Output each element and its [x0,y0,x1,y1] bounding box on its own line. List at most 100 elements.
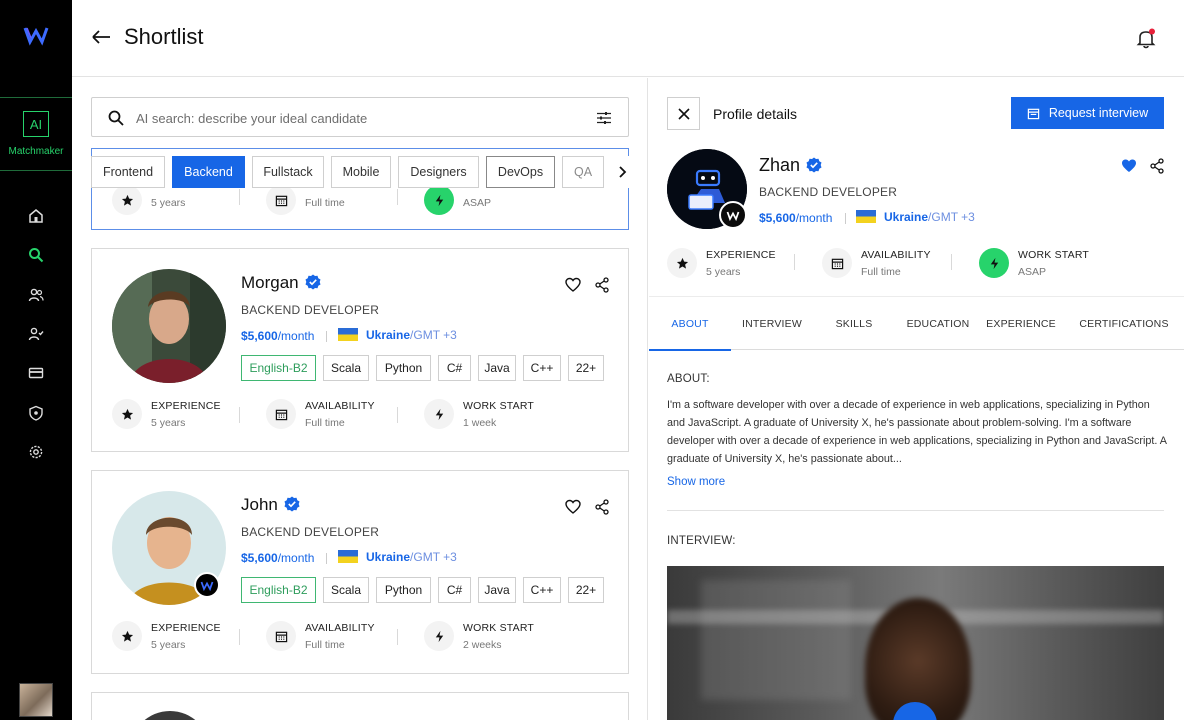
close-icon [677,107,690,120]
stat-label: WORK START [463,400,535,412]
divider [667,510,1164,511]
stat-value: Full time [305,639,345,651]
lightning-icon [424,185,454,215]
request-interview-button[interactable]: Request interview [1011,97,1164,129]
stat-label: EXPERIENCE [706,249,776,261]
chip-backend[interactable]: Backend [172,156,245,188]
candidate-name: Zhan [759,155,822,176]
gear-icon[interactable] [26,442,46,462]
matchmaker-nav-item[interactable]: AI Matchmaker [0,97,72,171]
share-icon[interactable] [1149,158,1165,174]
verified-badge-icon [284,496,300,512]
candidate-role: BACKEND DEVELOPER [241,525,380,539]
shield-icon[interactable] [26,403,46,423]
candidate-card[interactable] [91,692,629,720]
candidate-name: Morgan [241,273,321,293]
stat-value: 5 years [151,197,186,209]
divider [239,407,240,423]
stat-label: WORK START [1018,249,1090,261]
close-button[interactable] [667,97,700,130]
salary: $5,600/month [241,329,315,343]
side-rail: AI Matchmaker [0,0,72,720]
location: Ukraine/GMT +3 [338,550,457,564]
chevron-right-icon[interactable] [611,156,633,188]
candidate-card[interactable]: Morgan BACKEND DEVELOPER $5,600/month Uk… [91,248,629,452]
skill-tag: C# [438,355,471,381]
skill-tag-more[interactable]: 22+ [568,355,604,381]
star-icon [112,185,142,215]
divider [397,189,398,205]
chip-mobile[interactable]: Mobile [331,156,391,188]
skill-tag: English-B2 [241,577,316,603]
candidate-name: John [241,495,300,515]
user-check-icon[interactable] [26,324,46,344]
divider [239,189,240,205]
share-icon[interactable] [594,499,610,515]
heart-icon[interactable] [565,499,581,515]
candidate-role: BACKEND DEVELOPER [241,303,380,317]
stat-value: 2 weeks [463,639,502,651]
stat-label: EXPERIENCE [151,400,221,412]
show-more-link[interactable]: Show more [667,476,725,488]
location: Ukraine/GMT +3 [338,328,457,342]
tab-experience[interactable]: EXPERIENCE [981,297,1061,350]
skill-tag: C++ [523,355,561,381]
candidate-role: BACKEND DEVELOPER [759,185,898,199]
search-icon[interactable] [26,245,46,265]
user-avatar[interactable] [19,683,53,717]
chip-devops[interactable]: DevOps [486,156,555,188]
notification-bell-icon[interactable] [1134,27,1158,51]
brand-logo-icon[interactable] [22,24,50,46]
heart-icon[interactable] [565,277,581,293]
back-arrow-icon[interactable] [90,24,112,50]
tab-education[interactable]: EDUCATION [895,297,981,350]
panel-title: Profile details [713,106,798,122]
home-icon[interactable] [26,206,46,226]
tab-interview[interactable]: INTERVIEW [731,297,813,350]
verified-badge-icon [305,274,321,290]
chip-fullstack[interactable]: Fullstack [252,156,324,188]
skill-tag-more[interactable]: 22+ [568,577,604,603]
stat-value: ASAP [1018,266,1047,278]
skill-tag: Python [376,577,431,603]
candidate-photo [112,269,226,383]
request-interview-label: Request interview [1048,106,1149,120]
ai-badge: AI [23,111,49,137]
lightning-icon [979,248,1009,278]
chip-frontend[interactable]: Frontend [91,156,165,188]
heart-filled-icon[interactable] [1121,158,1137,174]
stat-value: Full time [305,197,345,209]
stat-value: 5 years [151,639,186,651]
divider [326,553,327,564]
ukraine-flag-icon [338,328,358,341]
filter-sliders-icon[interactable] [595,109,613,127]
top-header: Shortlist [72,0,1184,77]
stat-value: ASAP [463,197,492,209]
calendar-icon [822,248,852,278]
tab-certifications[interactable]: CERTIFICATIONS [1065,297,1183,350]
stat-value: Full time [305,417,345,429]
ai-search-bar [91,97,629,137]
calendar-icon [266,185,296,215]
skill-tag: C# [438,577,471,603]
search-icon [108,110,124,126]
card-icon[interactable] [26,363,46,383]
ai-search-input[interactable] [136,107,576,129]
chip-qa[interactable]: QA [562,156,604,188]
tab-about[interactable]: ABOUT [649,297,731,350]
tab-skills[interactable]: SKILLS [813,297,895,350]
salary: $5,600/month [241,551,315,565]
stat-value: 5 years [151,417,186,429]
candidate-card[interactable]: John BACKEND DEVELOPER $5,600/month Ukra… [91,470,629,674]
team-icon[interactable] [26,285,46,305]
chip-designers[interactable]: Designers [398,156,479,188]
share-icon[interactable] [594,277,610,293]
stat-value: 5 years [706,266,741,278]
divider [326,331,327,342]
skill-tag: Java [478,577,516,603]
lightning-icon [424,621,454,651]
video-background [701,580,851,700]
verified-badge-icon [806,157,822,173]
profile-tabs: ABOUT INTERVIEW SKILLS EDUCATION EXPERIE… [649,296,1184,351]
interview-video[interactable] [667,566,1164,720]
